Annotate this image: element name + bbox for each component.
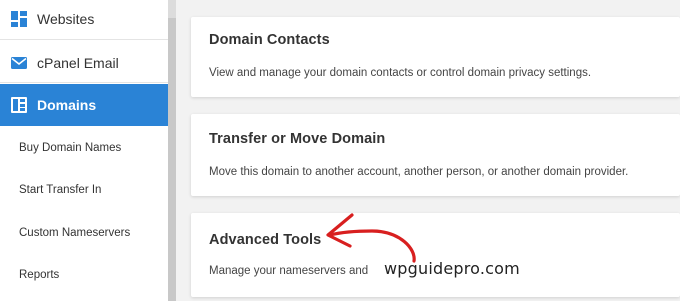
sidebar-scrollbar-thumb[interactable]	[168, 18, 176, 301]
domains-icon	[11, 97, 27, 113]
sidebar-item-label: cPanel Email	[37, 55, 119, 71]
sidebar-subitem-buy-domain-names[interactable]: Buy Domain Names	[0, 127, 168, 169]
annotation-arrow-icon	[326, 213, 416, 263]
sidebar-subitem-reports[interactable]: Reports	[0, 256, 168, 298]
sidebar-subitem-label: Start Transfer In	[19, 184, 102, 196]
sidebar-item-websites[interactable]: Websites	[0, 0, 168, 40]
card-title: Domain Contacts	[209, 32, 330, 48]
watermark: wpguidepro.com	[384, 259, 520, 278]
card-domain-contacts[interactable]: Domain Contacts View and manage your dom…	[191, 17, 680, 97]
card-title: Advanced Tools	[209, 232, 322, 248]
email-icon	[11, 57, 27, 69]
card-advanced-tools[interactable]: Advanced Tools Manage your nameservers a…	[191, 213, 680, 297]
sidebar-subitem-label: Buy Domain Names	[19, 142, 122, 154]
sidebar-subitem-label: Custom Nameservers	[19, 227, 131, 239]
sidebar-subitem-label: Reports	[19, 269, 60, 281]
card-description: Manage your nameservers and	[209, 265, 369, 277]
sidebar-item-domains[interactable]: Domains	[0, 84, 168, 126]
websites-icon	[11, 11, 27, 27]
sidebar-item-label: Domains	[37, 97, 97, 113]
sidebar-subitem-start-transfer-in[interactable]: Start Transfer In	[0, 170, 168, 212]
sidebar-subitem-custom-nameservers[interactable]: Custom Nameservers	[0, 213, 168, 255]
sidebar: Websites cPanel Email Domains Buy Domain…	[0, 0, 168, 301]
card-title: Transfer or Move Domain	[209, 131, 386, 147]
card-transfer-or-move-domain[interactable]: Transfer or Move Domain Move this domain…	[191, 114, 680, 196]
sidebar-item-label: Websites	[37, 11, 95, 27]
sidebar-item-cpanel-email[interactable]: cPanel Email	[0, 41, 168, 83]
card-description: View and manage your domain contacts or …	[209, 67, 592, 79]
card-description: Move this domain to another account, ano…	[209, 166, 629, 178]
